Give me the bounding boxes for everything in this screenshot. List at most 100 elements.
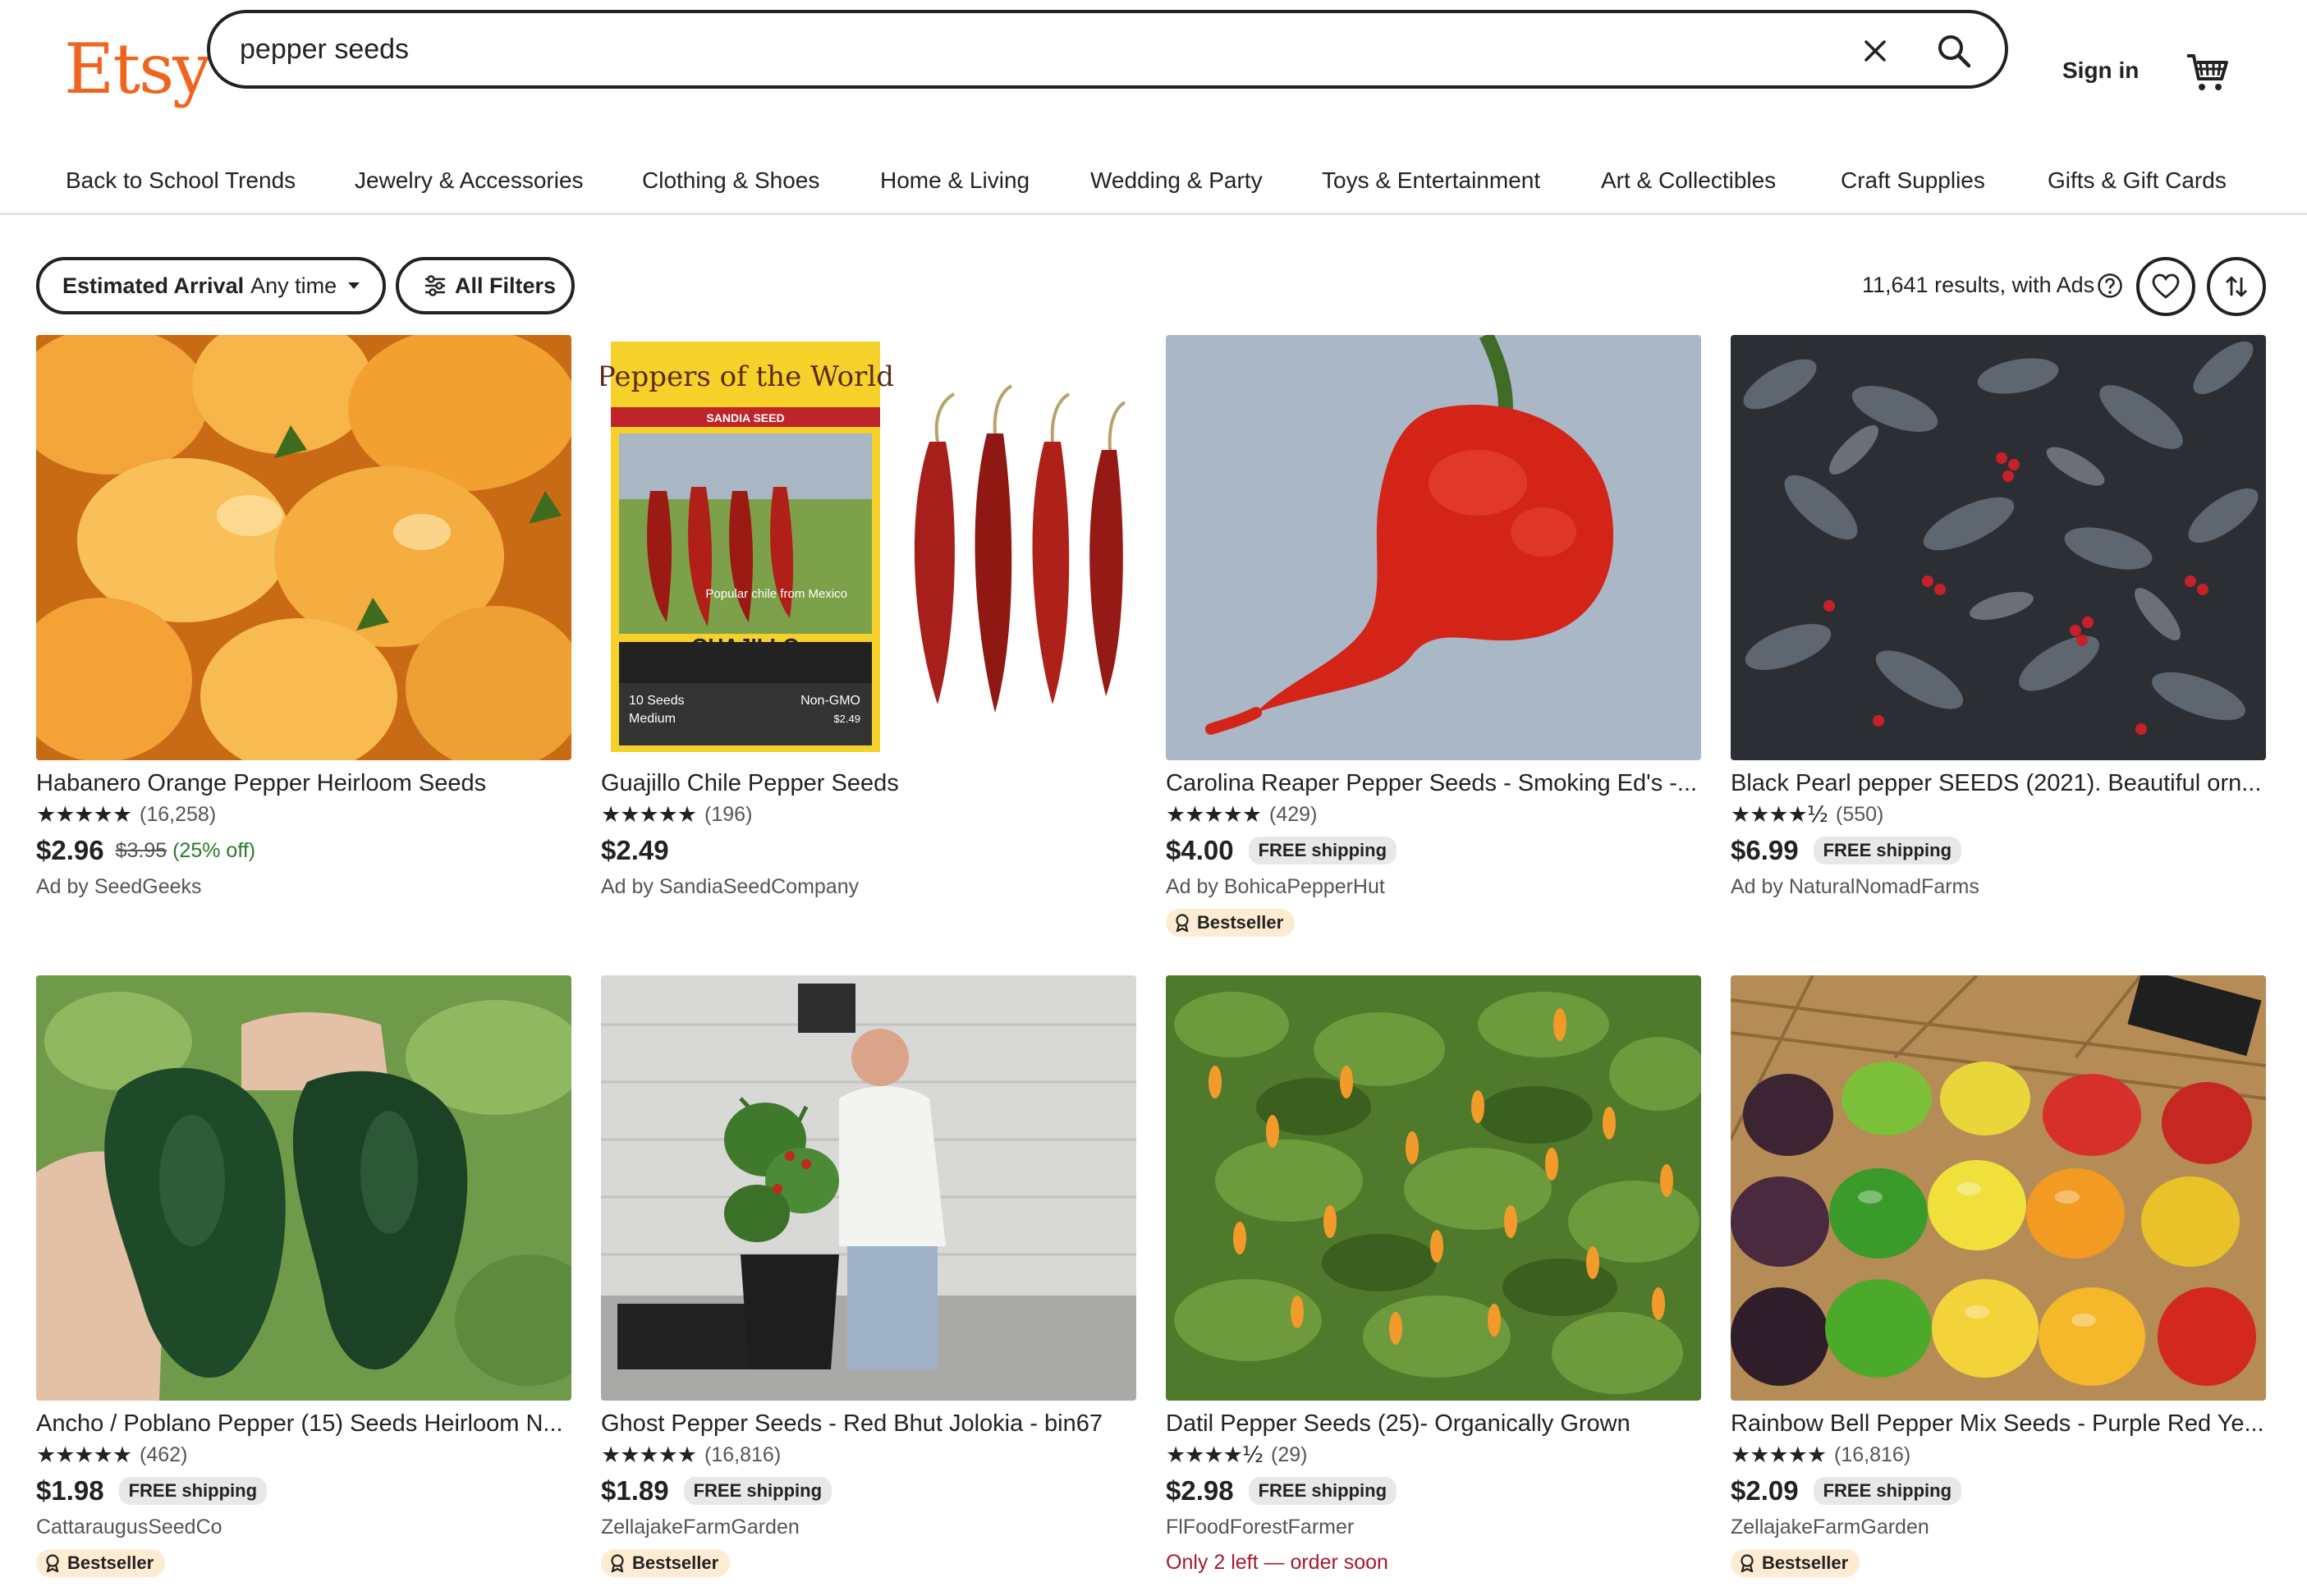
listing-price: $2.09 (1731, 1475, 1799, 1506)
price-row: $6.99 FREE shipping (1731, 834, 2266, 867)
listing-price: $1.89 (601, 1475, 669, 1506)
shop-name[interactable]: ZellajakeFarmGarden (1731, 1516, 2266, 1539)
packet-heat: Medium (629, 712, 676, 726)
listing-title[interactable]: Habanero Orange Pepper Heirloom Seeds (36, 768, 571, 798)
search-input[interactable] (240, 25, 1800, 74)
award-icon (46, 1554, 59, 1572)
packet-nongmo: Non-GMO (800, 694, 860, 708)
review-count: (16,816) (704, 1442, 782, 1466)
listing-rating: ★★★★½ (550) (1731, 801, 2266, 828)
listing-image-habanero[interactable] (36, 335, 571, 760)
favorite-search-button[interactable] (2136, 257, 2195, 316)
nav-wedding[interactable]: Wedding & Party (1090, 167, 1263, 194)
review-count: (196) (704, 802, 753, 826)
nav-home-living[interactable]: Home & Living (880, 167, 1030, 194)
award-icon (1741, 1554, 1754, 1572)
shop-name[interactable]: FlFoodForestFarmer (1166, 1516, 1701, 1539)
help-icon[interactable] (2097, 273, 2123, 299)
listing-price: $1.98 (36, 1475, 104, 1506)
listing-card[interactable]: Carolina Reaper Pepper Seeds - Smoking E… (1166, 335, 1701, 937)
arrival-label: Estimated Arrival (62, 273, 245, 298)
review-count: (16,816) (1834, 1442, 1911, 1466)
nav-toys[interactable]: Toys & Entertainment (1322, 167, 1540, 194)
listing-rating: ★★★★★ (16,258) (36, 801, 571, 828)
review-count: (550) (1836, 802, 1884, 826)
listing-title[interactable]: Datil Pepper Seeds (25)- Organically Gro… (1166, 1409, 1701, 1438)
low-stock-notice: Only 2 left — order soon (1166, 1551, 1388, 1574)
caret-down-icon (348, 282, 360, 289)
listing-card[interactable]: Peppers of the World SANDIA SEED Popular… (601, 335, 1136, 899)
star-rating-icon: ★★★★★ (36, 1442, 132, 1468)
shop-name[interactable]: CattaraugusSeedCo (36, 1516, 571, 1539)
listing-price: $4.00 (1166, 835, 1234, 865)
packet-maker: SANDIA SEED (706, 411, 784, 424)
search-button[interactable] (1929, 26, 1979, 76)
listing-rating: ★★★★★ (16,816) (1731, 1442, 2266, 1468)
shop-name[interactable]: Ad by BohicaPepperHut (1166, 875, 1701, 899)
discount-label: (25% off) (172, 838, 256, 862)
free-shipping-badge: FREE shipping (1813, 837, 1962, 864)
listing-rating: ★★★★★ (462) (36, 1442, 571, 1468)
listing-image-ghost-pepper[interactable] (601, 975, 1136, 1401)
packet-seeds: 10 Seeds (629, 694, 685, 708)
award-icon (1176, 914, 1189, 932)
all-filters-button[interactable]: All Filters (396, 257, 575, 314)
cart-button[interactable] (2184, 51, 2230, 94)
free-shipping-badge: FREE shipping (1248, 837, 1397, 864)
listing-card[interactable]: Ghost Pepper Seeds - Red Bhut Jolokia - … (601, 975, 1136, 1577)
original-price: $3.95 (25% off) (116, 839, 256, 863)
estimated-arrival-filter[interactable]: Estimated Arrival Any time (36, 257, 386, 314)
listing-title[interactable]: Rainbow Bell Pepper Mix Seeds - Purple R… (1731, 1409, 2266, 1438)
listing-image-black-pearl[interactable] (1731, 335, 2266, 760)
nav-back-to-school[interactable]: Back to School Trends (66, 167, 296, 194)
cart-icon (2187, 54, 2228, 90)
listing-price: $2.49 (601, 835, 669, 865)
packet-brand: Peppers of the World (601, 360, 894, 393)
search-bar (207, 10, 2008, 89)
shop-name[interactable]: ZellajakeFarmGarden (601, 1516, 1136, 1539)
listing-card[interactable]: Ancho / Poblano Pepper (15) Seeds Heirlo… (36, 975, 571, 1577)
sort-button[interactable] (2207, 257, 2266, 316)
listing-title[interactable]: Black Pearl pepper SEEDS (2021). Beautif… (1731, 768, 2266, 798)
listing-image-ancho-poblano[interactable] (36, 975, 571, 1401)
review-count: (16,258) (140, 802, 217, 826)
all-filters-label: All Filters (455, 273, 557, 298)
shop-name[interactable]: Ad by SandiaSeedCompany (601, 875, 1136, 899)
nav-art[interactable]: Art & Collectibles (1601, 167, 1776, 194)
price-row: $1.89 FREE shipping (601, 1474, 1136, 1507)
free-shipping-badge: FREE shipping (118, 1477, 268, 1505)
listing-title[interactable]: Ghost Pepper Seeds - Red Bhut Jolokia - … (601, 1409, 1136, 1438)
clear-search-button[interactable] (1852, 28, 1898, 74)
listing-card[interactable]: Habanero Orange Pepper Heirloom Seeds ★★… (36, 335, 571, 899)
nav-craft[interactable]: Craft Supplies (1841, 167, 1985, 194)
listing-image-rainbow-bell[interactable] (1731, 975, 2266, 1401)
bestseller-label: Bestseller (1197, 912, 1284, 933)
listing-image-guajillo[interactable]: Peppers of the World SANDIA SEED Popular… (601, 335, 1136, 760)
nav-gifts[interactable]: Gifts & Gift Cards (2048, 167, 2227, 194)
packet-price: $2.49 (833, 713, 860, 725)
listing-card[interactable]: Rainbow Bell Pepper Mix Seeds - Purple R… (1731, 975, 2266, 1577)
free-shipping-badge: FREE shipping (683, 1477, 832, 1505)
listing-image-datil[interactable] (1166, 975, 1701, 1401)
etsy-logo[interactable]: Etsy (64, 28, 212, 110)
listing-rating: ★★★★★ (429) (1166, 801, 1701, 828)
bestseller-label: Bestseller (1762, 1552, 1849, 1573)
star-rating-icon: ★★★★★ (601, 801, 697, 828)
listing-title[interactable]: Ancho / Poblano Pepper (15) Seeds Heirlo… (36, 1409, 571, 1438)
listing-title[interactable]: Guajillo Chile Pepper Seeds (601, 768, 1136, 798)
shop-name[interactable]: Ad by NaturalNomadFarms (1731, 875, 2266, 899)
search-icon (1938, 35, 1971, 68)
review-count: (29) (1271, 1442, 1308, 1466)
listing-card[interactable]: Black Pearl pepper SEEDS (2021). Beautif… (1731, 335, 2266, 899)
listing-image-carolina-reaper[interactable] (1166, 335, 1701, 760)
nav-jewelry[interactable]: Jewelry & Accessories (355, 167, 584, 194)
star-rating-icon: ★★★★★ (36, 801, 132, 828)
shop-name[interactable]: Ad by SeedGeeks (36, 875, 571, 899)
price-row: $4.00 FREE shipping (1166, 834, 1701, 867)
nav-clothing[interactable]: Clothing & Shoes (642, 167, 819, 194)
sign-in-link[interactable]: Sign in (2062, 57, 2139, 84)
listing-card[interactable]: Datil Pepper Seeds (25)- Organically Gro… (1166, 975, 1701, 1575)
listing-price: $6.99 (1731, 835, 1799, 865)
listing-title[interactable]: Carolina Reaper Pepper Seeds - Smoking E… (1166, 768, 1701, 798)
star-rating-icon: ★★★★★ (601, 1442, 697, 1468)
